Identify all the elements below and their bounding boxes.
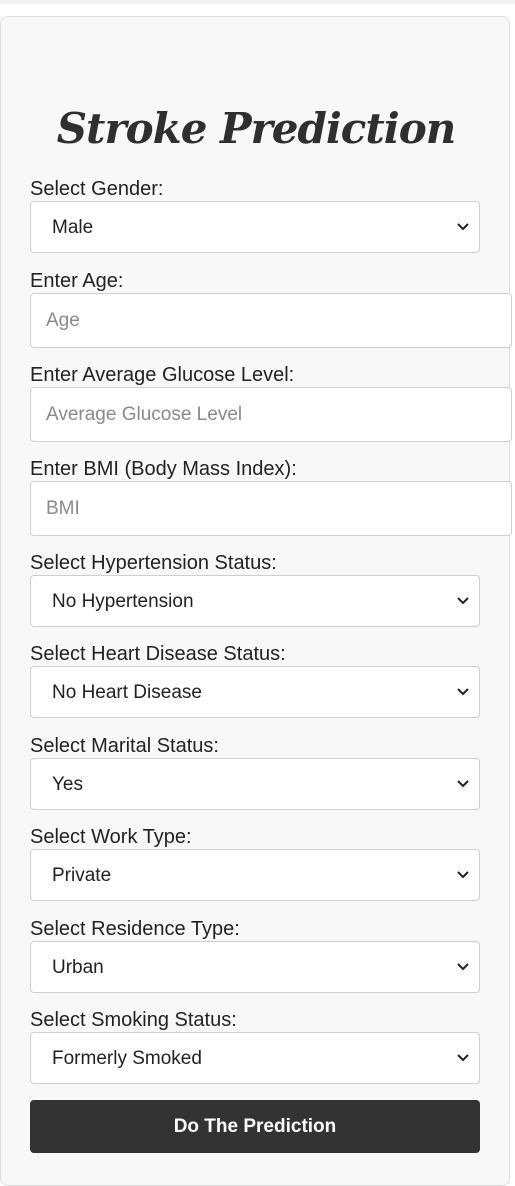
chevron-down-icon — [457, 1054, 469, 1062]
hypertension-select-value: No Hypertension — [52, 591, 194, 612]
glucose-input[interactable] — [30, 387, 512, 442]
age-input[interactable] — [30, 293, 512, 348]
work-type-select-value: Private — [52, 865, 112, 886]
page-title: Stroke Prediction — [56, 104, 457, 153]
top-divider — [0, 0, 515, 4]
predict-button[interactable]: Do The Prediction — [30, 1100, 480, 1153]
chevron-down-icon — [457, 688, 469, 696]
gender-select[interactable]: Male — [30, 201, 480, 253]
marital-label: Select Marital Status: — [30, 735, 219, 757]
chevron-down-icon — [457, 223, 469, 231]
gender-select-value: Male — [52, 217, 94, 238]
residence-select[interactable]: Urban — [30, 941, 480, 993]
work-type-select[interactable]: Private — [30, 849, 480, 901]
heart-disease-select[interactable]: No Heart Disease — [30, 666, 480, 718]
heart-disease-label: Select Heart Disease Status: — [30, 643, 286, 665]
residence-select-value: Urban — [52, 957, 104, 978]
glucose-label: Enter Average Glucose Level: — [30, 364, 295, 386]
chevron-down-icon — [457, 871, 469, 879]
bmi-input[interactable] — [30, 481, 512, 536]
work-type-label: Select Work Type: — [30, 826, 192, 848]
smoking-select-value: Formerly Smoked — [52, 1048, 202, 1069]
residence-label: Select Residence Type: — [30, 918, 240, 940]
gender-label: Select Gender: — [30, 178, 164, 200]
hypertension-label: Select Hypertension Status: — [30, 552, 277, 574]
hypertension-select[interactable]: No Hypertension — [30, 575, 480, 627]
heart-disease-select-value: No Heart Disease — [52, 682, 202, 703]
marital-select[interactable]: Yes — [30, 758, 480, 810]
chevron-down-icon — [457, 963, 469, 971]
bmi-label: Enter BMI (Body Mass Index): — [30, 458, 297, 480]
chevron-down-icon — [457, 597, 469, 605]
chevron-down-icon — [457, 780, 469, 788]
marital-select-value: Yes — [52, 774, 83, 795]
smoking-select[interactable]: Formerly Smoked — [30, 1032, 480, 1084]
age-label: Enter Age: — [30, 270, 124, 292]
smoking-label: Select Smoking Status: — [30, 1009, 237, 1031]
